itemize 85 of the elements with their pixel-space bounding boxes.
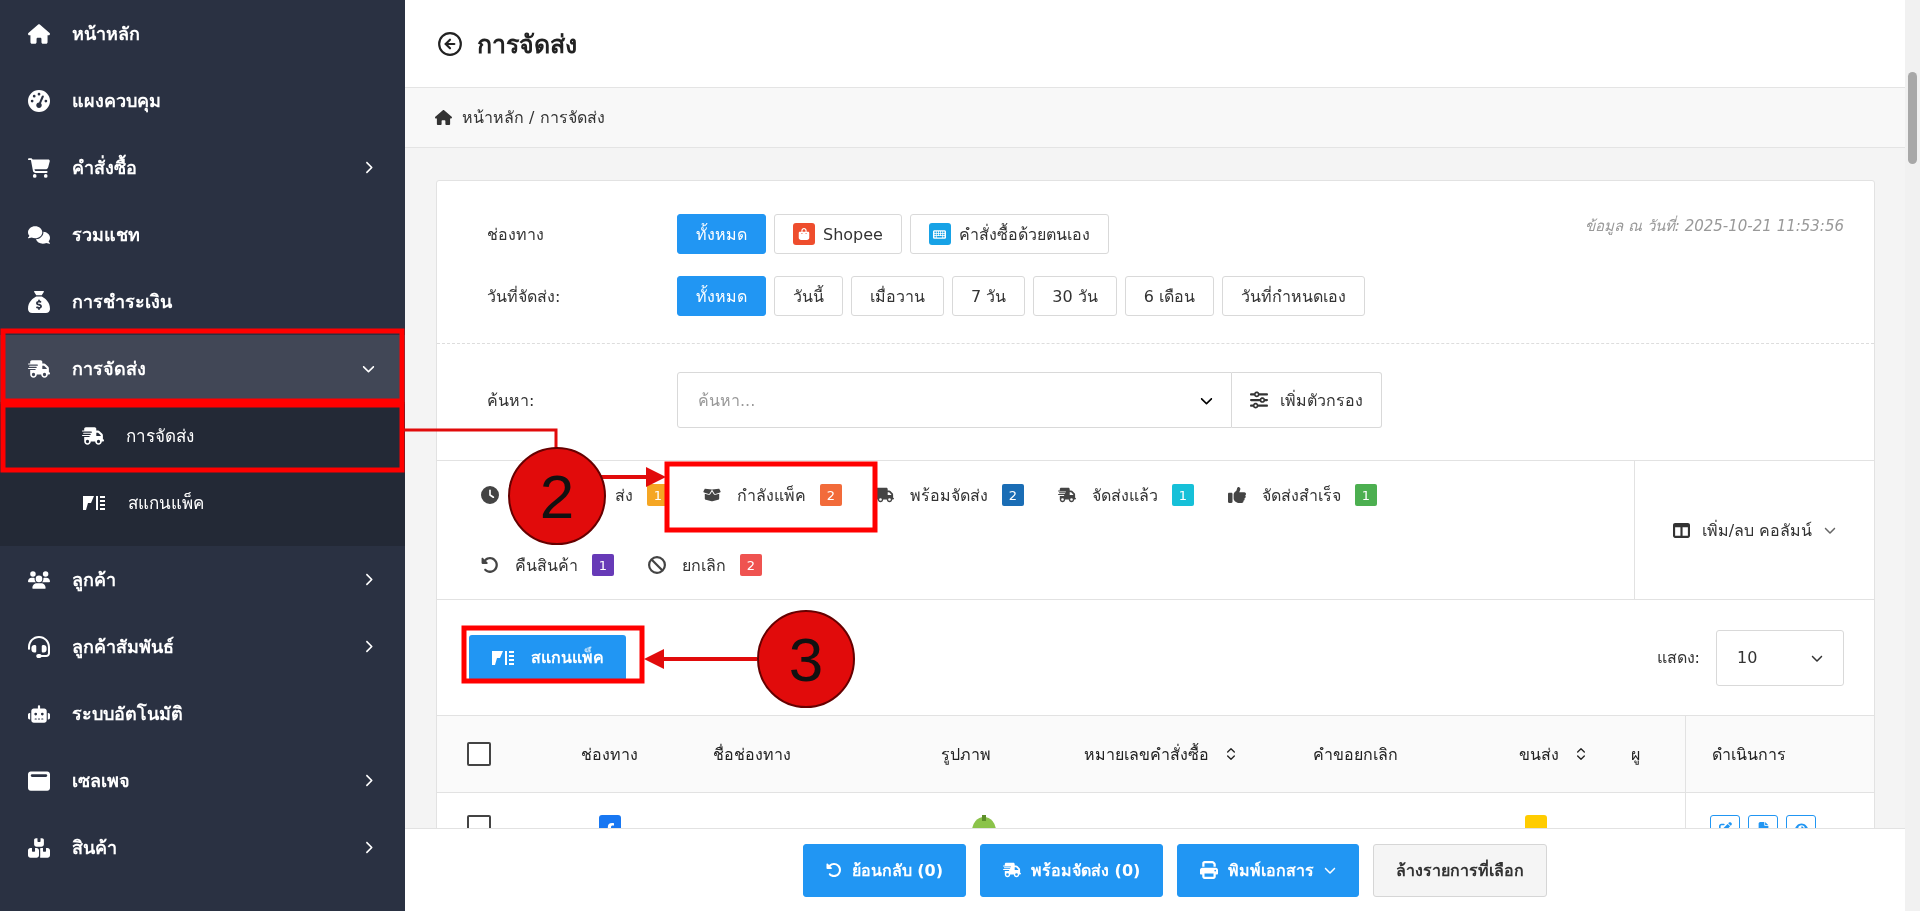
sidebar-item[interactable]: ลูกค้าสัมพันธ์ (0, 613, 405, 680)
submenu-item[interactable]: สแกนแพ็ค (0, 469, 405, 536)
filter-label: วันที่จัดส่ง: (487, 285, 562, 308)
annotation-arrow (600, 467, 666, 487)
column-header: คำขอยกเลิก (1313, 743, 1399, 766)
back-icon[interactable] (437, 30, 463, 57)
shopping-bag-icon (793, 223, 815, 245)
undo-icon (481, 556, 499, 574)
breadcrumb: หน้าหลัก / การจัดส่ง (462, 107, 605, 129)
headset-icon (28, 635, 50, 658)
chat-icon (28, 223, 50, 246)
sidebar-item[interactable]: เซลเพจ (0, 747, 405, 814)
boxes-icon (28, 836, 50, 859)
add-filter-button[interactable]: เพิ่มตัวกรอง (1232, 372, 1382, 428)
printer-icon (1200, 861, 1219, 879)
sidebar-item[interactable]: แผงควบคุม (0, 67, 405, 134)
date-option[interactable]: วันที่กำหนดเอง (1222, 276, 1365, 316)
column-header[interactable]: ขนส่ง (1519, 716, 1631, 792)
sidebar-item[interactable]: หน้าหลัก (0, 0, 405, 67)
truck-icon (876, 486, 894, 504)
keyboard-icon (928, 223, 951, 245)
count-badge: 1 (1355, 484, 1377, 506)
scanner-icon (491, 648, 515, 667)
search-input[interactable]: ค้นหา... (696, 389, 1200, 411)
cart-icon (28, 156, 50, 179)
page-size-select[interactable]: 10 (1716, 629, 1844, 686)
date-option[interactable]: 30 วัน (1033, 276, 1117, 316)
status-tab[interactable]: พร้อมจัดส่ง 2 (910, 475, 1024, 515)
status-tab[interactable]: คืนสินค้า 1 (515, 545, 614, 585)
clock-icon (481, 486, 499, 504)
data-timestamp: ข้อมูล ณ วันที่: 2025-10-21 11:53:56 (1585, 214, 1844, 237)
action-button[interactable]: ล้างรายการที่เลือก (1373, 843, 1548, 897)
count-badge: 1 (592, 554, 614, 576)
channel-option[interactable]: Shopee (774, 214, 902, 254)
window-icon (28, 769, 50, 792)
count-badge: 2 (820, 484, 842, 506)
sidebar-item[interactable]: การชำระเงิน (0, 268, 405, 335)
money-bag-icon (28, 290, 50, 313)
page-size-label: แสดง: (1656, 647, 1700, 669)
status-tab[interactable]: จัดส่งแล้ว 1 (1092, 475, 1194, 515)
sidebar-item[interactable]: สินค้า (0, 814, 405, 881)
truck-icon (28, 357, 50, 380)
truck-icon (1058, 486, 1076, 504)
status-tab[interactable]: ส่ง 1 (615, 475, 669, 515)
sidebar-item[interactable]: รวมแชท (0, 201, 405, 268)
submenu-item[interactable]: การจัดส่ง (0, 402, 405, 469)
home-icon (435, 109, 452, 126)
count-badge: 1 (1172, 484, 1194, 506)
channel-option[interactable]: คำสั่งซื้อด้วยตนเอง (909, 214, 1109, 254)
search-field[interactable]: ค้นหา... (677, 372, 1232, 428)
sidebar-item[interactable]: ระบบอัตโนมัติ (0, 680, 405, 747)
thumbs-up-icon (1228, 486, 1246, 504)
date-option[interactable]: 6 เดือน (1124, 276, 1214, 316)
sidebar-item[interactable]: ลูกค้า (0, 546, 405, 613)
sidebar-item[interactable]: คำสั่งซื้อ (0, 134, 405, 201)
columns-icon (1672, 521, 1690, 539)
column-header[interactable]: หมายเลขคำสั่งซื้อ (1084, 716, 1313, 792)
robot-icon (28, 702, 50, 725)
truck-icon (1003, 861, 1021, 879)
status-tab[interactable]: จัดส่งสำเร็จ 1 (1262, 475, 1377, 515)
column-header: ผู (1631, 743, 1641, 767)
page-title: การจัดส่ง (477, 28, 577, 61)
status-tab[interactable]: กำลังแพ็ค 2 (737, 475, 842, 515)
home-icon (28, 22, 50, 45)
date-option[interactable]: เมื่อวาน (851, 276, 944, 316)
column-header: ชื่อช่องทาง (713, 743, 792, 766)
filter-label: ช่องทาง (487, 223, 545, 246)
count-badge: 2 (740, 554, 762, 576)
box-icon (703, 486, 721, 504)
column-header: ดำเนินการ (1685, 716, 1874, 792)
date-option[interactable]: 7 วัน (952, 276, 1026, 316)
status-tab[interactable]: ยกเลิก 2 (682, 545, 762, 585)
column-header: รูปภาพ (941, 743, 992, 767)
ban-icon (648, 556, 666, 574)
truck-icon (82, 424, 104, 447)
scanner-icon (82, 493, 106, 512)
select-all-checkbox[interactable] (467, 742, 491, 766)
sliders-icon (1250, 391, 1268, 409)
date-option[interactable]: วันนี้ (774, 276, 843, 316)
gauge-icon (28, 89, 50, 112)
undo-icon (825, 862, 842, 878)
search-label: ค้นหา: (487, 389, 536, 412)
column-header: ช่องทาง (581, 743, 639, 766)
count-badge: 2 (1002, 484, 1024, 506)
users-icon (28, 568, 50, 591)
